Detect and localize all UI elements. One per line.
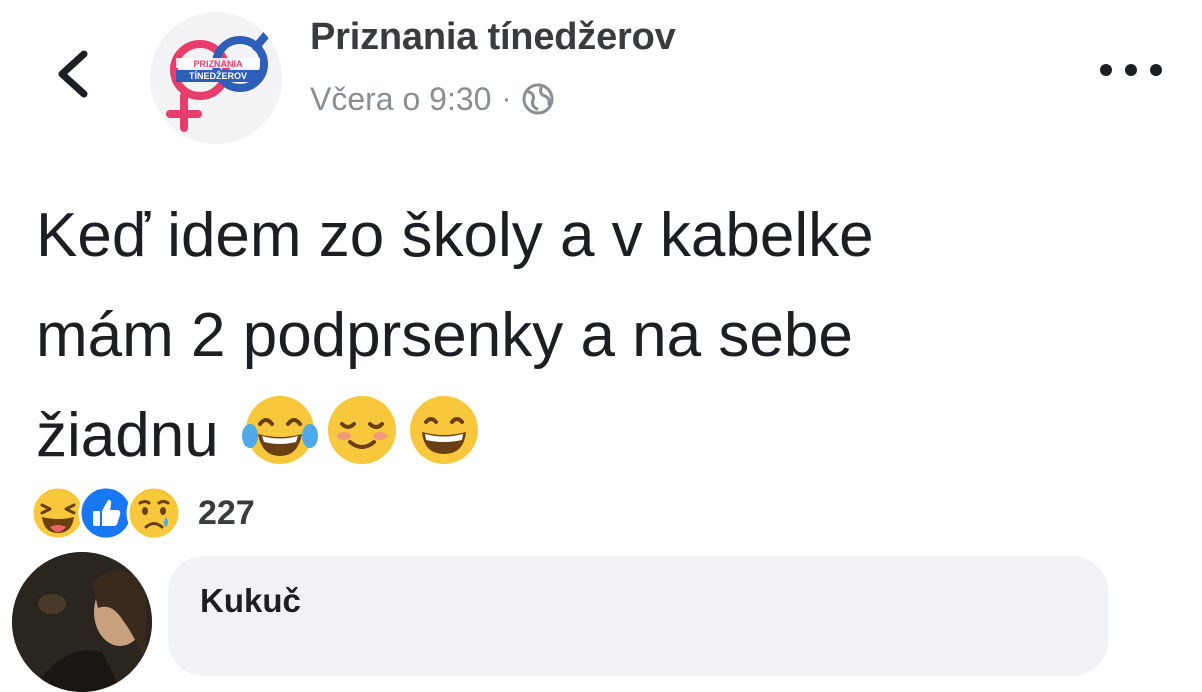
commenter-photo	[12, 552, 152, 692]
smiling-blush-emoji	[327, 396, 396, 464]
page-name[interactable]: Priznania tínedžerov	[310, 16, 676, 59]
more-options-button[interactable]	[1100, 52, 1162, 88]
comment-author[interactable]: Kukuč	[200, 582, 301, 620]
logo-line-1: PRIZNANIA	[194, 59, 243, 69]
post-timestamp[interactable]: Včera o 9:30	[310, 81, 491, 118]
globe-icon	[522, 83, 554, 115]
page-avatar[interactable]: PRIZNANIA TÍNEDŽEROV	[150, 12, 282, 144]
post-body: Keď idem zo školy a v kabelke mám 2 podp…	[36, 186, 1116, 486]
reactions-summary[interactable]: 227	[30, 482, 255, 544]
post-line-2: mám 2 podprsenky a na sebe	[36, 301, 853, 370]
tears-of-joy-emoji	[241, 396, 318, 464]
post-line-3-wrapper: žiadnu	[36, 386, 1116, 486]
post-meta: Včera o 9:30 ·	[310, 78, 555, 120]
grinning-emoji	[409, 396, 478, 464]
post-line-1: Keď idem zo školy a v kabelke	[36, 201, 874, 270]
meta-separator: ·	[501, 82, 512, 115]
commenter-avatar[interactable]	[12, 552, 152, 692]
chevron-left-icon	[58, 50, 88, 98]
logo-line-2: TÍNEDŽEROV	[189, 70, 247, 81]
reaction-count: 227	[198, 493, 255, 532]
more-dot-2	[1125, 64, 1137, 76]
more-dot-1	[1100, 64, 1112, 76]
sad-reaction-icon	[126, 485, 182, 541]
more-dot-3	[1150, 64, 1162, 76]
back-button[interactable]	[50, 46, 100, 102]
page-logo: PRIZNANIA TÍNEDŽEROV	[166, 22, 276, 132]
post-line-3: žiadnu	[36, 401, 219, 470]
comment-bubble[interactable]	[168, 556, 1108, 676]
